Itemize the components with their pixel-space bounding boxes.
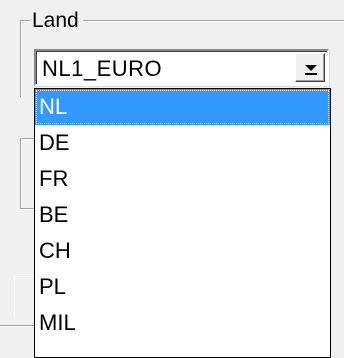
chevron-down-icon [305,65,317,75]
combo-selected-value: NL1_EURO [42,56,163,81]
list-item-pl[interactable]: PL [35,269,330,305]
land-combobox[interactable]: NL1_EURO [34,49,329,86]
list-item-nl[interactable]: NL [35,89,330,125]
dropdown-button[interactable] [295,53,325,82]
land-dropdown-list[interactable]: NL DE FR BE CH PL MIL [34,88,331,358]
land-groupbox-label: Land [30,10,83,34]
list-item-ch[interactable]: CH [35,233,330,269]
background-groupbox-left [20,138,21,208]
list-item-de[interactable]: DE [35,125,330,161]
list-item-mil[interactable]: MIL [35,305,330,341]
list-item-fr[interactable]: FR [35,161,330,197]
list-item-be[interactable]: BE [35,197,330,233]
